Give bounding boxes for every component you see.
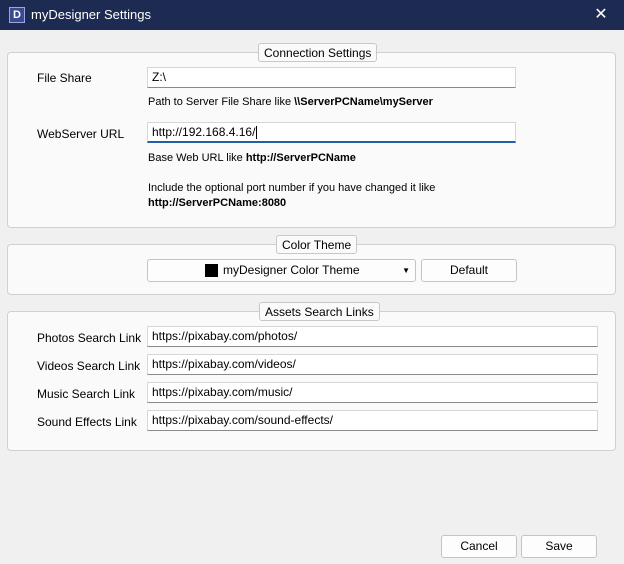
webserver-url-label: WebServer URL bbox=[37, 127, 125, 141]
connection-settings-group: Connection Settings File Share Z:\ Path … bbox=[7, 43, 616, 228]
assets-search-links-group: Assets Search Links Photos Search Link h… bbox=[7, 302, 616, 451]
videos-search-input[interactable]: https://pixabay.com/videos/ bbox=[147, 354, 598, 375]
photos-search-input[interactable]: https://pixabay.com/photos/ bbox=[147, 326, 598, 347]
file-share-label: File Share bbox=[37, 71, 92, 85]
port-hint-example-text: http://ServerPCName:8080 bbox=[148, 197, 287, 209]
title-bar: D myDesigner Settings ✕ bbox=[0, 0, 624, 30]
port-hint-example: http://ServerPCName:8080 bbox=[148, 197, 286, 209]
photos-search-label: Photos Search Link bbox=[37, 331, 142, 345]
connection-settings-legend: Connection Settings bbox=[258, 43, 378, 62]
webserver-url-hint: Base Web URL like http://ServerPCName bbox=[148, 152, 356, 164]
color-swatch-icon bbox=[205, 264, 218, 277]
file-share-hint-example: \\ServerPCName\myServer bbox=[294, 96, 433, 108]
sound-effects-label: Sound Effects Link bbox=[37, 415, 137, 429]
file-share-hint-text: Path to Server File Share like bbox=[148, 96, 295, 108]
webserver-url-input[interactable]: http://192.168.4.16/ bbox=[147, 122, 516, 143]
window-title: myDesigner Settings bbox=[31, 7, 151, 22]
music-search-input[interactable]: https://pixabay.com/music/ bbox=[147, 382, 598, 403]
cancel-button[interactable]: Cancel bbox=[441, 535, 517, 558]
file-share-hint: Path to Server File Share like \\ServerP… bbox=[148, 96, 433, 108]
text-caret bbox=[256, 126, 258, 140]
color-theme-dropdown[interactable]: myDesigner Color Theme ▼ bbox=[147, 259, 416, 282]
save-button[interactable]: Save bbox=[521, 535, 597, 558]
default-theme-button[interactable]: Default bbox=[421, 259, 517, 282]
app-icon: D bbox=[9, 7, 25, 23]
port-hint: Include the optional port number if you … bbox=[148, 182, 436, 194]
webserver-url-hint-example: http://ServerPCName bbox=[245, 152, 356, 164]
webserver-url-value: http://192.168.4.16/ bbox=[152, 125, 256, 139]
color-theme-legend: Color Theme bbox=[276, 235, 358, 254]
sound-effects-input[interactable]: https://pixabay.com/sound-effects/ bbox=[147, 410, 598, 431]
color-theme-selected: myDesigner Color Theme bbox=[223, 263, 360, 277]
webserver-url-hint-text: Base Web URL like bbox=[148, 152, 246, 164]
assets-search-links-legend: Assets Search Links bbox=[259, 302, 380, 321]
videos-search-label: Videos Search Link bbox=[37, 359, 141, 373]
close-icon[interactable]: ✕ bbox=[578, 0, 624, 30]
color-theme-group: Color Theme myDesigner Color Theme ▼ Def… bbox=[7, 235, 616, 295]
chevron-down-icon: ▼ bbox=[402, 266, 410, 275]
file-share-input[interactable]: Z:\ bbox=[147, 67, 516, 88]
music-search-label: Music Search Link bbox=[37, 387, 136, 401]
